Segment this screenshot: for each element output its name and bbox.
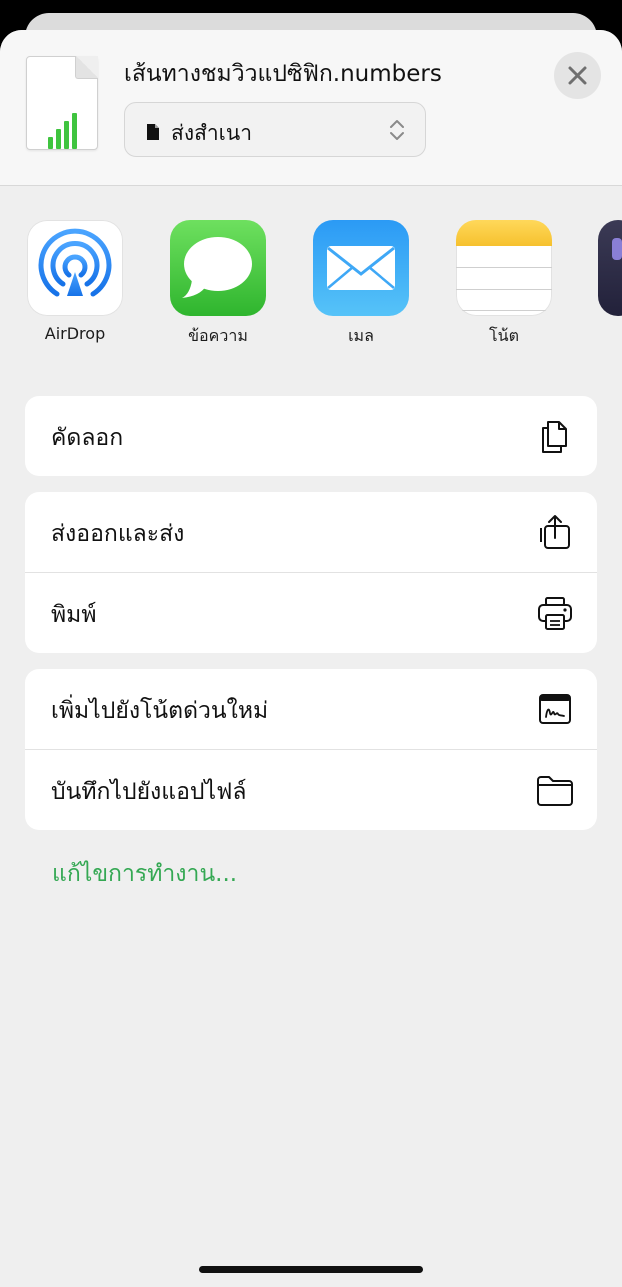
airdrop-icon <box>27 220 123 316</box>
app-mail[interactable]: เมล <box>296 220 426 349</box>
chevron-updown-icon <box>390 120 404 140</box>
app-messages[interactable]: ข้อความ <box>153 220 283 349</box>
app-label-messages: ข้อความ <box>188 326 248 345</box>
messages-icon <box>170 220 266 316</box>
print-row[interactable]: พิมพ์ <box>25 572 597 653</box>
notes-icon <box>456 220 552 316</box>
share-apps-row: AirDrop ข้อความ เมล โน้ต <box>0 220 622 360</box>
file-name: เส้นทางชมวิวแปซิฟิก.numbers <box>124 61 442 87</box>
print-label: พิมพ์ <box>51 602 97 628</box>
document-icon <box>147 124 159 140</box>
action-group-save: เพิ่มไปยังโน้ตด่วนใหม่ บันทึกไปยังแอปไฟล… <box>25 669 597 830</box>
screen: เส้นทางชมวิวแปซิฟิก.numbers ส่งสำเนา Air… <box>0 0 622 1287</box>
quick-note-row[interactable]: เพิ่มไปยังโน้ตด่วนใหม่ <box>25 669 597 749</box>
app-notes[interactable]: โน้ต <box>439 220 569 349</box>
save-to-files-label: บันทึกไปยังแอปไฟล์ <box>51 779 247 805</box>
share-sheet-header: เส้นทางชมวิวแปซิฟิก.numbers ส่งสำเนา <box>0 30 622 186</box>
document-thumbnail <box>26 56 98 150</box>
copy-icon <box>542 421 567 453</box>
folder-icon <box>537 776 573 806</box>
mail-icon <box>313 220 409 316</box>
app-airdrop[interactable]: AirDrop <box>10 220 140 343</box>
send-mode-select[interactable]: ส่งสำเนา <box>124 102 426 157</box>
share-sheet: เส้นทางชมวิวแปซิฟิก.numbers ส่งสำเนา Air… <box>0 30 622 1287</box>
edit-actions-link[interactable]: แก้ไขการทำงาน... <box>52 856 237 892</box>
quick-note-label: เพิ่มไปยังโน้ตด่วนใหม่ <box>51 698 269 724</box>
copy-label: คัดลอก <box>51 425 124 451</box>
share-icon <box>540 515 570 549</box>
action-group-copy: คัดลอก <box>25 396 597 476</box>
numbers-chart-icon <box>48 113 77 149</box>
quick-note-icon <box>539 694 571 724</box>
more-apps-icon[interactable] <box>598 220 622 316</box>
page-fold-icon <box>75 56 98 79</box>
app-label-mail: เมล <box>348 326 374 345</box>
send-mode-label: ส่งสำเนา <box>171 121 253 145</box>
app-label-notes: โน้ต <box>489 326 519 345</box>
export-row[interactable]: ส่งออกและส่ง <box>25 492 597 572</box>
action-group-export: ส่งออกและส่ง พิมพ์ <box>25 492 597 653</box>
copy-row[interactable]: คัดลอก <box>25 396 597 476</box>
export-label: ส่งออกและส่ง <box>51 521 185 547</box>
home-indicator[interactable] <box>199 1266 423 1273</box>
save-to-files-row[interactable]: บันทึกไปยังแอปไฟล์ <box>25 749 597 830</box>
close-icon <box>568 66 587 85</box>
app-label-airdrop: AirDrop <box>44 324 106 343</box>
close-button[interactable] <box>554 52 601 99</box>
printer-icon <box>538 597 572 630</box>
